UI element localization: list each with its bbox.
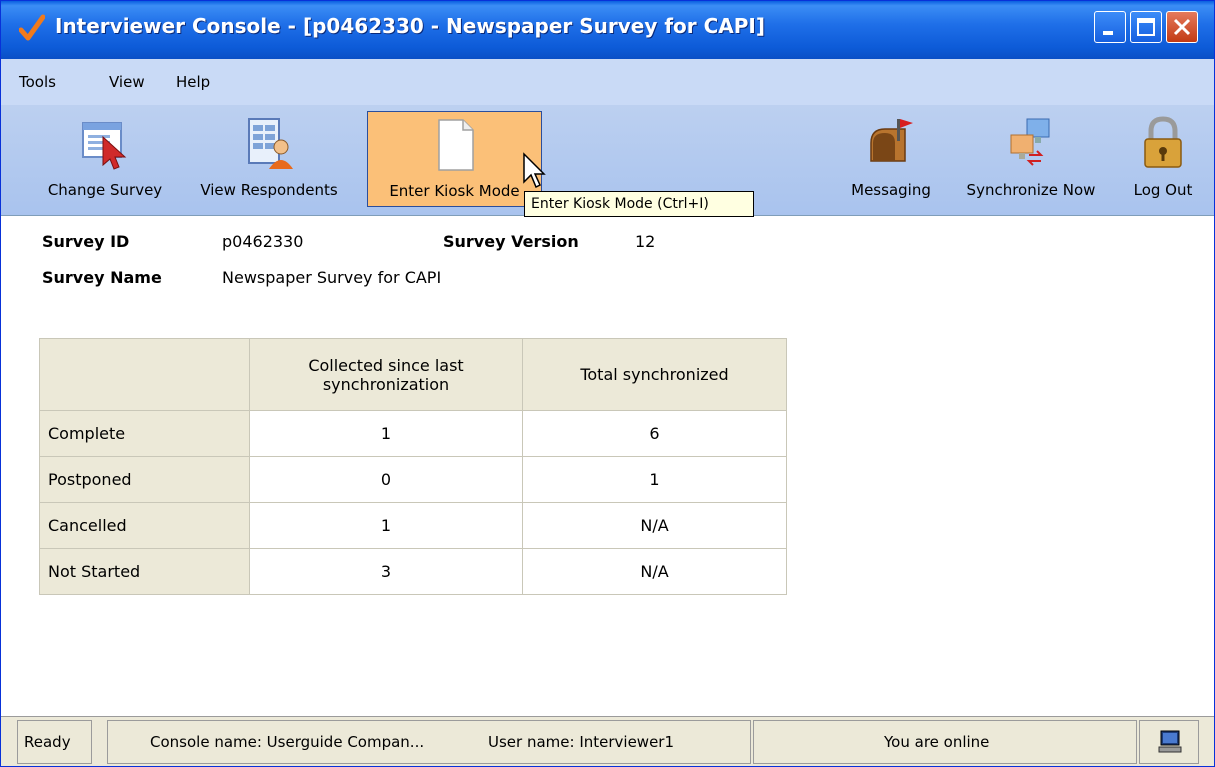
- messaging-label: Messaging: [851, 181, 931, 199]
- total-cell: N/A: [522, 502, 787, 549]
- console-name-text: Console name: Userguide Compan...: [150, 733, 425, 751]
- maximize-button[interactable]: [1130, 11, 1162, 43]
- menu-bar: Tools View Help: [1, 59, 1214, 105]
- computer-icon: [1158, 730, 1182, 753]
- enter-kiosk-mode-label: Enter Kiosk Mode: [389, 182, 520, 200]
- row-label: Complete: [39, 410, 250, 457]
- kiosk-mode-tooltip: Enter Kiosk Mode (Ctrl+I): [524, 191, 754, 217]
- row-label: Not Started: [39, 548, 250, 595]
- status-online-panel: You are online: [753, 720, 1137, 764]
- total-synchronized-header: Total synchronized: [522, 338, 787, 411]
- online-status-text: You are online: [884, 733, 990, 751]
- interviewer-console-window: Interviewer Console - [p0462330 - Newspa…: [0, 0, 1215, 767]
- maximize-icon: [1137, 18, 1155, 36]
- status-connection-panel: [1139, 720, 1199, 764]
- table-row: Cancelled 1 N/A: [39, 502, 787, 549]
- table-header-row: Collected since last synchronization Tot…: [39, 338, 787, 411]
- survey-version-label: Survey Version: [443, 232, 579, 251]
- table-row: Complete 1 6: [39, 410, 787, 457]
- table-row: Not Started 3 N/A: [39, 548, 787, 595]
- survey-summary-panel: Survey ID p0462330 Survey Version 12 Sur…: [9, 216, 1206, 716]
- status-bar: Ready Console name: Userguide Compan... …: [1, 716, 1214, 766]
- view-respondents-label: View Respondents: [200, 181, 338, 199]
- collected-cell: 0: [249, 456, 523, 503]
- collection-stats-table: Collected since last synchronization Tot…: [39, 338, 787, 595]
- collected-cell: 1: [249, 502, 523, 549]
- synchronize-now-label: Synchronize Now: [966, 181, 1096, 199]
- log-out-label: Log Out: [1133, 181, 1193, 199]
- messaging-button[interactable]: Messaging: [839, 111, 943, 207]
- menu-view[interactable]: View: [109, 73, 145, 91]
- mouse-cursor-icon: [523, 152, 546, 189]
- total-cell: 1: [522, 456, 787, 503]
- change-survey-label: Change Survey: [47, 181, 163, 199]
- collected-since-sync-header: Collected since last synchronization: [249, 338, 523, 411]
- collected-cell: 1: [249, 410, 523, 457]
- status-ready-panel: Ready: [17, 720, 92, 764]
- enter-kiosk-mode-button[interactable]: Enter Kiosk Mode: [367, 111, 542, 207]
- kiosk-page-icon: [437, 119, 474, 171]
- collected-cell: 3: [249, 548, 523, 595]
- menu-help[interactable]: Help: [176, 73, 210, 91]
- change-survey-button[interactable]: Change Survey: [35, 111, 175, 207]
- total-cell: 6: [522, 410, 787, 457]
- synchronize-icon: [1010, 118, 1050, 166]
- survey-name-value: Newspaper Survey for CAPI: [222, 268, 442, 287]
- survey-version-value: 12: [635, 232, 656, 251]
- minimize-icon: [1103, 31, 1113, 35]
- table-row: Postponed 0 1: [39, 456, 787, 503]
- row-label: Postponed: [39, 456, 250, 503]
- minimize-button[interactable]: [1094, 11, 1126, 43]
- survey-name-label: Survey Name: [42, 268, 162, 287]
- total-cell: N/A: [522, 548, 787, 595]
- survey-id-value: p0462330: [222, 232, 304, 251]
- synchronize-now-button[interactable]: Synchronize Now: [951, 111, 1111, 207]
- menu-tools[interactable]: Tools: [19, 73, 56, 91]
- survey-id-label: Survey ID: [42, 232, 130, 251]
- status-ready-text: Ready: [24, 733, 71, 751]
- table-header-corner: [39, 338, 250, 411]
- close-icon: [1173, 18, 1191, 36]
- row-label: Cancelled: [39, 502, 250, 549]
- padlock-icon: [1144, 116, 1182, 168]
- user-name-text: User name: Interviewer1: [488, 733, 675, 751]
- window-title: Interviewer Console - [p0462330 - Newspa…: [55, 14, 766, 38]
- close-button[interactable]: [1166, 11, 1198, 43]
- title-bar[interactable]: Interviewer Console - [p0462330 - Newspa…: [1, 1, 1214, 59]
- view-respondents-icon: [248, 118, 293, 169]
- status-console-panel: Console name: Userguide Compan... User n…: [107, 720, 751, 764]
- mailbox-icon: [870, 119, 913, 162]
- log-out-button[interactable]: Log Out: [1119, 111, 1207, 207]
- checkmark-icon: [19, 14, 45, 41]
- change-survey-icon: [82, 122, 127, 170]
- view-respondents-button[interactable]: View Respondents: [185, 111, 353, 207]
